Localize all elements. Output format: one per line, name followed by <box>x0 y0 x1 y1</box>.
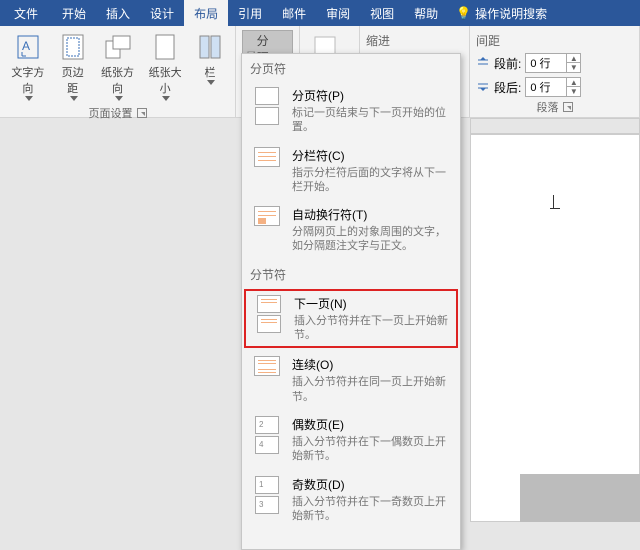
dialog-launcher-icon[interactable] <box>563 102 573 112</box>
tell-me[interactable]: 💡 操作说明搜索 <box>448 0 555 26</box>
odd-page-icon: 1 3 <box>250 476 284 524</box>
text-wrap-icon <box>250 206 284 254</box>
spacing-before-label: 段前: <box>494 55 521 72</box>
next-page-icon <box>252 295 286 343</box>
odd-page-desc: 插入分节符并在下一奇数页上开始新节。 <box>292 495 452 524</box>
page-setup-group-label: 页面设置 <box>89 105 133 121</box>
spacing-label: 间距 <box>476 32 500 49</box>
page-break-icon <box>250 87 284 135</box>
spacing-after-input[interactable]: ▲▼ <box>525 77 581 97</box>
spin-up-icon[interactable]: ▲ <box>566 54 580 63</box>
group-spacing: 间距 段前: ▲▼ 段后: ▲▼ <box>470 26 640 117</box>
tell-me-label: 操作说明搜索 <box>475 5 547 22</box>
spacing-before-value[interactable] <box>526 57 566 69</box>
columns-button[interactable]: 栏 <box>191 30 229 87</box>
paragraph-group-label: 段落 <box>537 99 559 115</box>
ribbon: A 文字方向 页边距 纸张方向 <box>0 26 640 118</box>
menu-item-continuous[interactable]: 连续(O) 插入分节符并在同一页上开始新节。 <box>242 350 460 410</box>
tab-layout[interactable]: 布局 <box>184 0 228 26</box>
spacing-before-icon <box>476 56 490 71</box>
margins-icon <box>58 32 88 62</box>
tab-design[interactable]: 设计 <box>140 0 184 26</box>
spacing-after-icon <box>476 80 490 95</box>
menu-item-odd-page[interactable]: 1 3 奇数页(D) 插入分节符并在下一奇数页上开始新节。 <box>242 470 460 530</box>
spin-up-icon[interactable]: ▲ <box>566 78 580 87</box>
spacing-after-value[interactable] <box>526 81 566 93</box>
text-wrap-title: 自动换行符(T) <box>292 206 452 223</box>
tab-help[interactable]: 帮助 <box>404 0 448 26</box>
tab-mailings[interactable]: 邮件 <box>272 0 316 26</box>
orientation-button[interactable]: 纸张方向 <box>96 30 140 103</box>
tab-insert[interactable]: 插入 <box>96 0 140 26</box>
group-page-setup: A 文字方向 页边距 纸张方向 <box>0 26 236 117</box>
text-cursor <box>550 195 560 209</box>
size-label: 纸张大小 <box>147 64 183 96</box>
continuous-title: 连续(O) <box>292 356 452 373</box>
menu-item-even-page[interactable]: 2 4 偶数页(E) 插入分节符并在下一偶数页上开始新节。 <box>242 410 460 470</box>
tab-references[interactable]: 引用 <box>228 0 272 26</box>
chevron-down-icon <box>25 96 33 101</box>
even-page-icon: 2 4 <box>250 416 284 464</box>
spin-down-icon[interactable]: ▼ <box>566 63 580 72</box>
continuous-desc: 插入分节符并在同一页上开始新节。 <box>292 375 452 404</box>
margins-button[interactable]: 页边距 <box>54 30 92 103</box>
ribbon-tabs: 文件 开始 插入 设计 布局 引用 邮件 审阅 视图 帮助 💡 操作说明搜索 <box>0 0 640 26</box>
ruler <box>470 118 640 134</box>
tab-view[interactable]: 视图 <box>360 0 404 26</box>
chevron-down-icon <box>162 96 170 101</box>
column-break-icon <box>250 147 284 195</box>
text-direction-label: 文字方向 <box>10 64 46 96</box>
continuous-icon <box>250 356 284 404</box>
next-page-desc: 插入分节符并在下一页上开始新节。 <box>294 314 450 343</box>
chevron-down-icon <box>207 80 215 85</box>
orientation-icon <box>103 32 133 62</box>
page-break-desc: 标记一页结束与下一页开始的位置。 <box>292 106 452 135</box>
menu-item-column-break[interactable]: 分栏符(C) 指示分栏符后面的文字将从下一栏开始。 <box>242 141 460 201</box>
page-shadow <box>520 474 640 522</box>
spacing-after-label: 段后: <box>494 79 521 96</box>
columns-icon <box>195 32 225 62</box>
next-page-title: 下一页(N) <box>294 295 450 312</box>
tab-file[interactable]: 文件 <box>0 0 52 26</box>
indent-label: 缩进 <box>366 32 390 49</box>
group-breaks: 分隔符 分页符 分页符(P) 标记一页结束与下一页开始的位置。 <box>236 26 300 117</box>
chevron-down-icon <box>115 96 123 101</box>
spin-down-icon[interactable]: ▼ <box>566 87 580 96</box>
menu-item-next-page[interactable]: 下一页(N) 插入分节符并在下一页上开始新节。 <box>244 289 458 349</box>
chevron-down-icon <box>70 96 78 101</box>
columns-label: 栏 <box>205 64 216 80</box>
breaks-menu: 分页符 分页符(P) 标记一页结束与下一页开始的位置。 <box>241 53 461 550</box>
text-direction-icon: A <box>13 32 43 62</box>
document-page[interactable] <box>470 134 640 522</box>
text-direction-button[interactable]: A 文字方向 <box>6 30 50 103</box>
orientation-label: 纸张方向 <box>100 64 136 96</box>
even-page-title: 偶数页(E) <box>292 416 452 433</box>
lightbulb-icon: 💡 <box>456 6 471 20</box>
tab-home[interactable]: 开始 <box>52 0 96 26</box>
column-break-desc: 指示分栏符后面的文字将从下一栏开始。 <box>292 166 452 195</box>
page-break-title: 分页符(P) <box>292 87 452 104</box>
breaks-button[interactable]: 分隔符 分页符 分页符(P) 标记一页结束与下一页开始的位置。 <box>242 30 293 85</box>
column-break-title: 分栏符(C) <box>292 147 452 164</box>
menu-section-page-breaks: 分页符 <box>242 54 460 81</box>
size-icon <box>150 32 180 62</box>
tab-review[interactable]: 审阅 <box>316 0 360 26</box>
margins-label: 页边距 <box>58 64 88 96</box>
menu-item-text-wrap[interactable]: 自动换行符(T) 分隔网页上的对象周围的文字，如分隔题注文字与正文。 <box>242 200 460 260</box>
spacing-before-input[interactable]: ▲▼ <box>525 53 581 73</box>
text-wrap-desc: 分隔网页上的对象周围的文字，如分隔题注文字与正文。 <box>292 225 452 254</box>
odd-page-title: 奇数页(D) <box>292 476 452 493</box>
size-button[interactable]: 纸张大小 <box>143 30 187 103</box>
menu-section-section-breaks: 分节符 <box>242 260 460 287</box>
menu-item-page-break[interactable]: 分页符(P) 标记一页结束与下一页开始的位置。 <box>242 81 460 141</box>
svg-text:A: A <box>22 39 30 53</box>
dialog-launcher-icon[interactable] <box>137 108 147 118</box>
even-page-desc: 插入分节符并在下一偶数页上开始新节。 <box>292 435 452 464</box>
